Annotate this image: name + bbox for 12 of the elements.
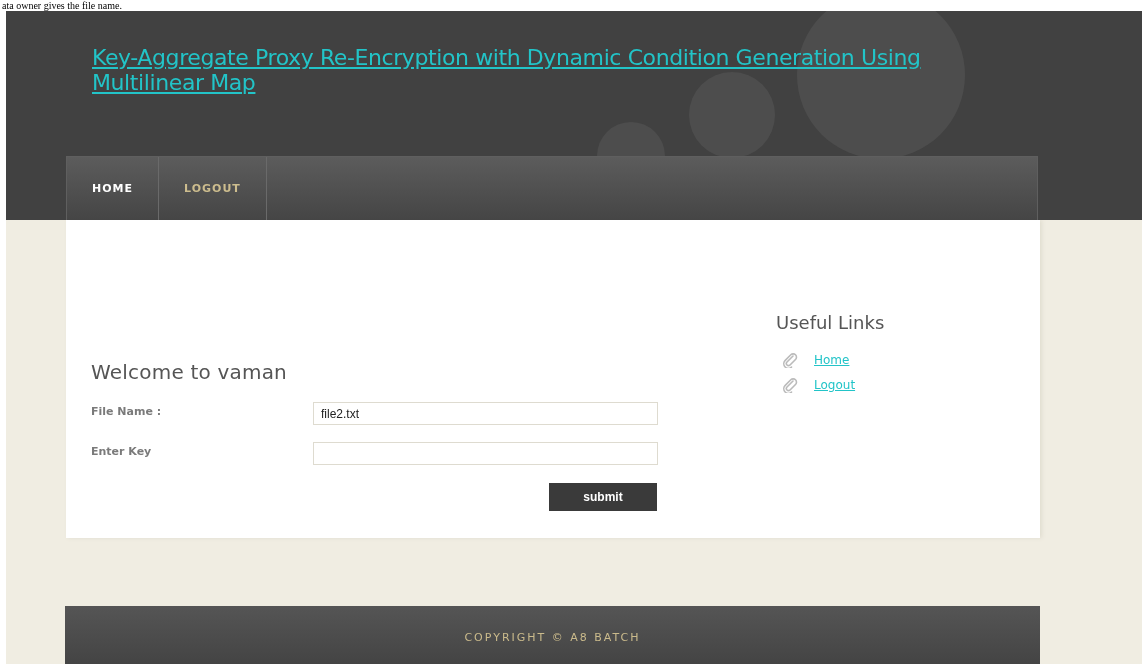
welcome-heading: Welcome to vaman (91, 360, 288, 384)
field-label: Enter Key (91, 444, 153, 458)
submit-button[interactable]: submit (549, 483, 657, 511)
copyright-text: COPYRIGHT © A8 BATCH (464, 630, 641, 644)
sidebar-heading: Useful Links (776, 312, 885, 333)
field-label: File Name : (91, 404, 163, 418)
input-field[interactable] (313, 442, 658, 465)
input-field[interactable]: file2.txt (313, 402, 658, 425)
document-text: ata owner gives the file name. (2, 0, 122, 11)
site-title-link[interactable]: Key-Aggregate Proxy Re-Encryption with Dynamic Condition Generation Using Multilinear Map (92, 45, 942, 95)
paperclip-icon (782, 352, 798, 368)
paperclip-icon (782, 377, 798, 393)
